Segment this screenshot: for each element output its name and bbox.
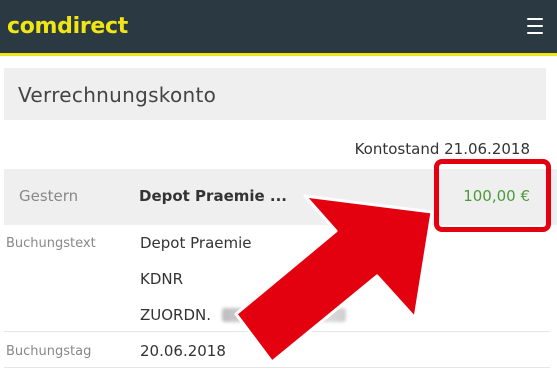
detail-divider — [4, 331, 550, 332]
transaction-date: Gestern — [19, 187, 79, 205]
buchungstext-line-2: KDNR — [140, 270, 184, 288]
menu-icon-line — [527, 32, 543, 34]
amount-highlight-annotation — [434, 159, 551, 232]
menu-icon-line — [527, 25, 543, 27]
transaction-name: Depot Praemie ... — [139, 187, 288, 205]
buchungstext-line-1: Depot Praemie — [140, 234, 252, 252]
account-title-panel: Verrechnungskonto — [4, 68, 546, 120]
balance-date-label: Kontostand 21.06.2018 — [354, 140, 530, 158]
page-title: Verrechnungskonto — [18, 83, 217, 107]
hamburger-menu-icon[interactable] — [527, 18, 543, 34]
comdirect-logo[interactable]: comdirect — [7, 14, 128, 39]
redacted-value — [222, 308, 346, 322]
buchungstag-value: 20.06.2018 — [140, 342, 226, 360]
top-navigation-bar: comdirect — [0, 0, 557, 56]
buchungstext-line-3: ZUORDN. — [140, 306, 212, 324]
detail-divider — [4, 367, 550, 368]
menu-icon-line — [527, 18, 543, 20]
buchungstext-label: Buchungstext — [6, 236, 96, 251]
buchungstag-label: Buchungstag — [6, 344, 92, 359]
